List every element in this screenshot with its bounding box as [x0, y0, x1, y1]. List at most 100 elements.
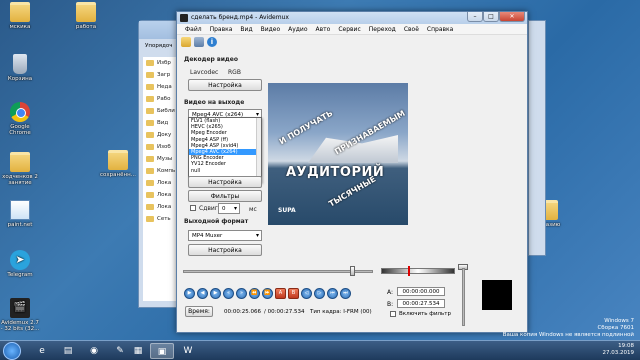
- taskbar-ie-icon[interactable]: e: [30, 343, 54, 359]
- menu-video[interactable]: Видео: [257, 24, 285, 34]
- prev-keyframe-icon[interactable]: «: [223, 288, 234, 299]
- watermark-line-1: Windows 7: [604, 318, 634, 324]
- current-time: 00:00:25.066: [224, 309, 261, 315]
- taskbar-word-icon[interactable]: W: [176, 343, 200, 359]
- desktop-icon-2[interactable]: Корзина: [0, 54, 40, 82]
- menu-auto[interactable]: Авто: [312, 24, 335, 34]
- back-big-icon[interactable]: ⏪: [249, 288, 260, 299]
- desktop-icon-label: работа: [75, 24, 97, 30]
- encoder-settings-button[interactable]: Настройка: [188, 176, 262, 188]
- desktop-icon-label: Корзина: [7, 76, 33, 82]
- menu-view[interactable]: Вид: [236, 24, 256, 34]
- timeline-thumb[interactable]: [350, 266, 356, 276]
- paintnet-icon: [10, 200, 30, 220]
- desktop-icon-label: сохранённ...: [100, 172, 136, 178]
- taskbar-avidemux-icon[interactable]: ▣: [150, 343, 174, 359]
- desktop-icon-0[interactable]: мскика: [0, 2, 40, 30]
- timeline-slider[interactable]: [183, 270, 373, 273]
- menubar: Файл Правка Вид Видео Аудио Авто Сервис …: [177, 24, 527, 35]
- avidemux-titlebar[interactable]: сделать бренд.mp4 - Avidemux – □ ✕: [177, 12, 527, 24]
- close-button[interactable]: ✕: [499, 12, 525, 22]
- explorer-organize[interactable]: Упорядоч: [145, 43, 173, 49]
- tray-time: 19:08: [618, 343, 634, 349]
- time-button[interactable]: Время:: [185, 306, 213, 317]
- watermark-line-3: Ваша копия Windows не является подлинной: [502, 332, 634, 338]
- taskbar-chrome-icon[interactable]: ◉: [82, 343, 106, 359]
- start-button[interactable]: [3, 342, 21, 360]
- background-window-edge[interactable]: [528, 20, 546, 256]
- desktop-icon-1[interactable]: работа: [66, 2, 106, 30]
- desktop-icon-6[interactable]: paint.net: [0, 200, 40, 228]
- folder-icon: [10, 2, 30, 22]
- system-tray-clock[interactable]: 19:08 27.03.2019: [603, 343, 635, 357]
- marker-b-time[interactable]: 00:00:27.534: [397, 299, 445, 308]
- codec-option[interactable]: null: [189, 168, 261, 174]
- filters-button[interactable]: Фильтры: [188, 190, 262, 202]
- desktop-icon-8[interactable]: 🎬 Avidemux 2.7 - 32 bits (32...: [0, 298, 40, 332]
- decoder-settings-button[interactable]: Настройка: [188, 79, 262, 91]
- rewind-icon[interactable]: ◀: [197, 288, 208, 299]
- desktop-icon-3[interactable]: Google Chrome: [0, 102, 40, 136]
- next-keyframe-icon[interactable]: »: [236, 288, 247, 299]
- desktop-icon-4[interactable]: ходченков 2 занятие: [0, 152, 40, 186]
- last-frame-icon[interactable]: ⏭: [340, 288, 351, 299]
- info-icon[interactable]: i: [207, 37, 217, 47]
- folder-icon: [76, 2, 96, 22]
- taskbar-explorer-icon[interactable]: ▤: [56, 343, 80, 359]
- first-frame-icon[interactable]: ⏮: [327, 288, 338, 299]
- menu-file[interactable]: Файл: [181, 24, 206, 34]
- menu-help[interactable]: Справка: [423, 24, 457, 34]
- audio-preview-box: [482, 280, 512, 310]
- desktop-icon-label: Telegram: [7, 272, 33, 278]
- fwd-big-icon[interactable]: ⏩: [262, 288, 273, 299]
- decoder-color-label: RGB: [228, 69, 241, 76]
- desktop-icon-label: мскика: [9, 24, 31, 30]
- recycle-bin-icon: [13, 54, 27, 74]
- menu-audio[interactable]: Аудио: [284, 24, 311, 34]
- dropdown-scrollbar[interactable]: [256, 118, 261, 182]
- avidemux-app-icon: [180, 14, 188, 22]
- desktop-icon-label: Google Chrome: [9, 124, 31, 136]
- prev-black-icon[interactable]: ◁: [301, 288, 312, 299]
- open-icon[interactable]: [181, 37, 191, 47]
- maximize-button[interactable]: □: [483, 12, 499, 22]
- filter-checkbox-label: Включить фильтр: [399, 311, 451, 317]
- decoder-codec-label: Lavcodec: [190, 69, 219, 76]
- filter-checkbox[interactable]: [390, 311, 396, 317]
- next-black-icon[interactable]: ▷: [314, 288, 325, 299]
- taskbar-movie-icon[interactable]: ▦: [126, 343, 150, 359]
- muxer-settings-button[interactable]: Настройка: [188, 244, 262, 256]
- watermark-line-2: Сборка 7601: [597, 325, 634, 331]
- output-format-heading: Выходной формат: [184, 218, 249, 225]
- volume-slider[interactable]: [462, 268, 465, 326]
- output-format-select[interactable]: MP4 Muxer: [188, 230, 262, 241]
- toolbar: i: [177, 35, 527, 49]
- play-icon[interactable]: ▶: [184, 288, 195, 299]
- marker-a-icon[interactable]: A: [275, 288, 286, 299]
- shift-value-input[interactable]: 0: [218, 203, 240, 214]
- menu-tools[interactable]: Сервис: [334, 24, 364, 34]
- avidemux-icon: 🎬: [10, 298, 30, 318]
- desktop-icon-7[interactable]: ➤ Telegram: [0, 250, 40, 278]
- tray-date: 27.03.2019: [602, 350, 635, 356]
- telegram-icon: ➤: [10, 250, 30, 270]
- marker-b-icon[interactable]: B: [288, 288, 299, 299]
- marker-a-time[interactable]: 00:00:00.000: [397, 287, 445, 296]
- shift-checkbox[interactable]: [190, 205, 196, 211]
- marker-b-label: B:: [387, 301, 394, 308]
- minimize-button[interactable]: –: [467, 12, 483, 22]
- menu-go[interactable]: Переход: [365, 24, 400, 34]
- menu-edit[interactable]: Правка: [206, 24, 237, 34]
- video-codec-dropdown: FLV1 (flash) HEVC (x265) Mpeg Encoder Mp…: [188, 117, 262, 183]
- save-icon[interactable]: [194, 37, 204, 47]
- folder-icon: [10, 152, 30, 172]
- desktop-icon-5[interactable]: сохранённ...: [98, 150, 138, 178]
- forward-icon[interactable]: ▶: [210, 288, 221, 299]
- video-decoder-heading: Декодер видео: [184, 56, 238, 63]
- shift-unit: мс: [249, 206, 257, 213]
- playback-controls: ▶ ◀ ▶ « » ⏪ ⏩ A B ◁ ▷ ⏮ ⏭: [184, 288, 351, 299]
- volume-marker: [408, 266, 410, 276]
- window-title: сделать бренд.mp4 - Avidemux: [191, 14, 289, 21]
- menu-custom[interactable]: Своё: [400, 24, 423, 34]
- desktop-icon-label: ходченков 2 занятие: [2, 174, 38, 186]
